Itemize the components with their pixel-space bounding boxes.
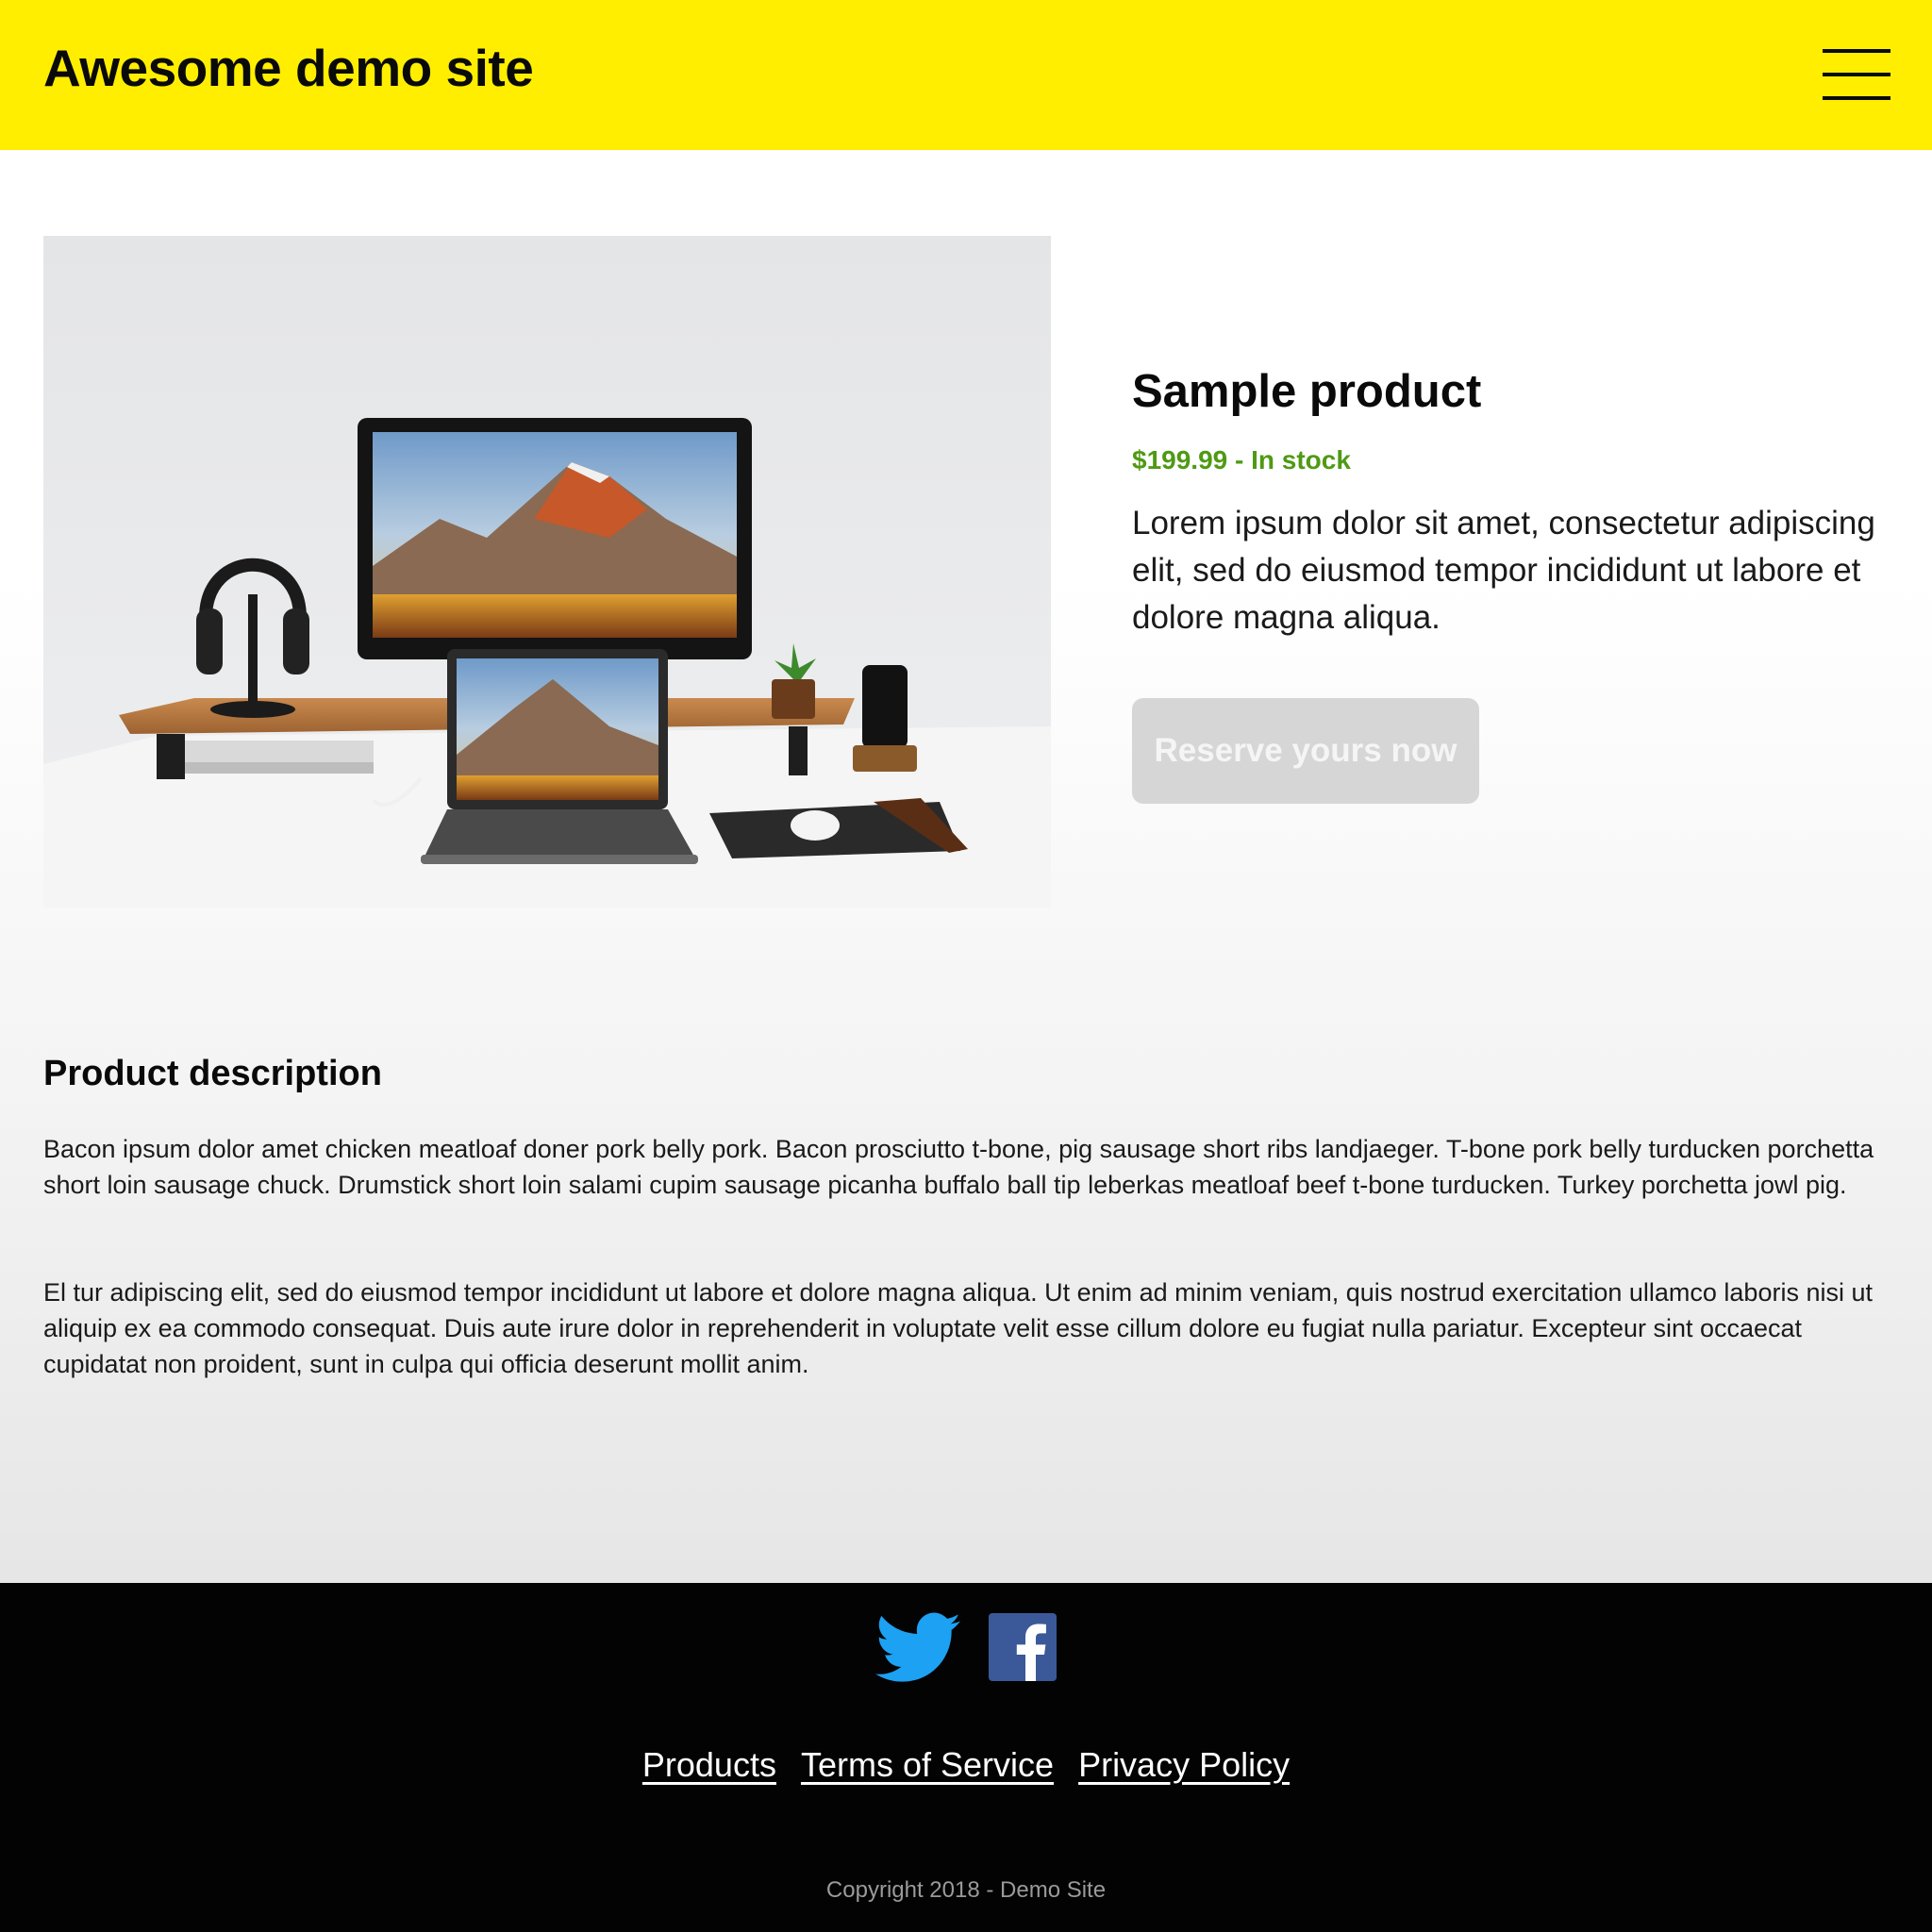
product-image: [43, 236, 1051, 908]
main-content: Sample product $199.99 - In stock Lorem …: [0, 150, 1932, 1583]
product-title: Sample product: [1132, 366, 1482, 417]
menu-line: [1823, 49, 1890, 53]
product-summary: Lorem ipsum dolor sit amet, consectetur …: [1132, 505, 1875, 636]
facebook-icon[interactable]: [989, 1613, 1057, 1681]
description-heading: Product description: [43, 1054, 382, 1093]
site-footer: Products Terms of Service Privacy Policy…: [0, 1583, 1932, 1932]
copyright-text: Copyright 2018 - Demo Site: [825, 1877, 1107, 1903]
description-paragraph: Bacon ipsum dolor amet chicken meatloaf …: [43, 1135, 1874, 1199]
footer-link-products[interactable]: Products: [642, 1745, 776, 1784]
footer-link-privacy[interactable]: Privacy Policy: [1078, 1745, 1290, 1784]
site-title[interactable]: Awesome demo site: [43, 38, 534, 98]
footer-nav: Products Terms of Service Privacy Policy: [0, 1745, 1932, 1785]
description-paragraph: El tur adipiscing elit, sed do eiusmod t…: [43, 1278, 1873, 1378]
menu-line: [1823, 96, 1890, 100]
reserve-button[interactable]: Reserve yours now: [1132, 698, 1479, 804]
hamburger-menu-icon[interactable]: [1823, 47, 1890, 102]
footer-link-terms[interactable]: Terms of Service: [801, 1745, 1054, 1784]
product-price-status: $199.99 - In stock: [1132, 445, 1351, 475]
menu-line: [1823, 73, 1890, 76]
twitter-icon[interactable]: [875, 1611, 960, 1685]
site-header: Awesome demo site: [0, 0, 1932, 150]
